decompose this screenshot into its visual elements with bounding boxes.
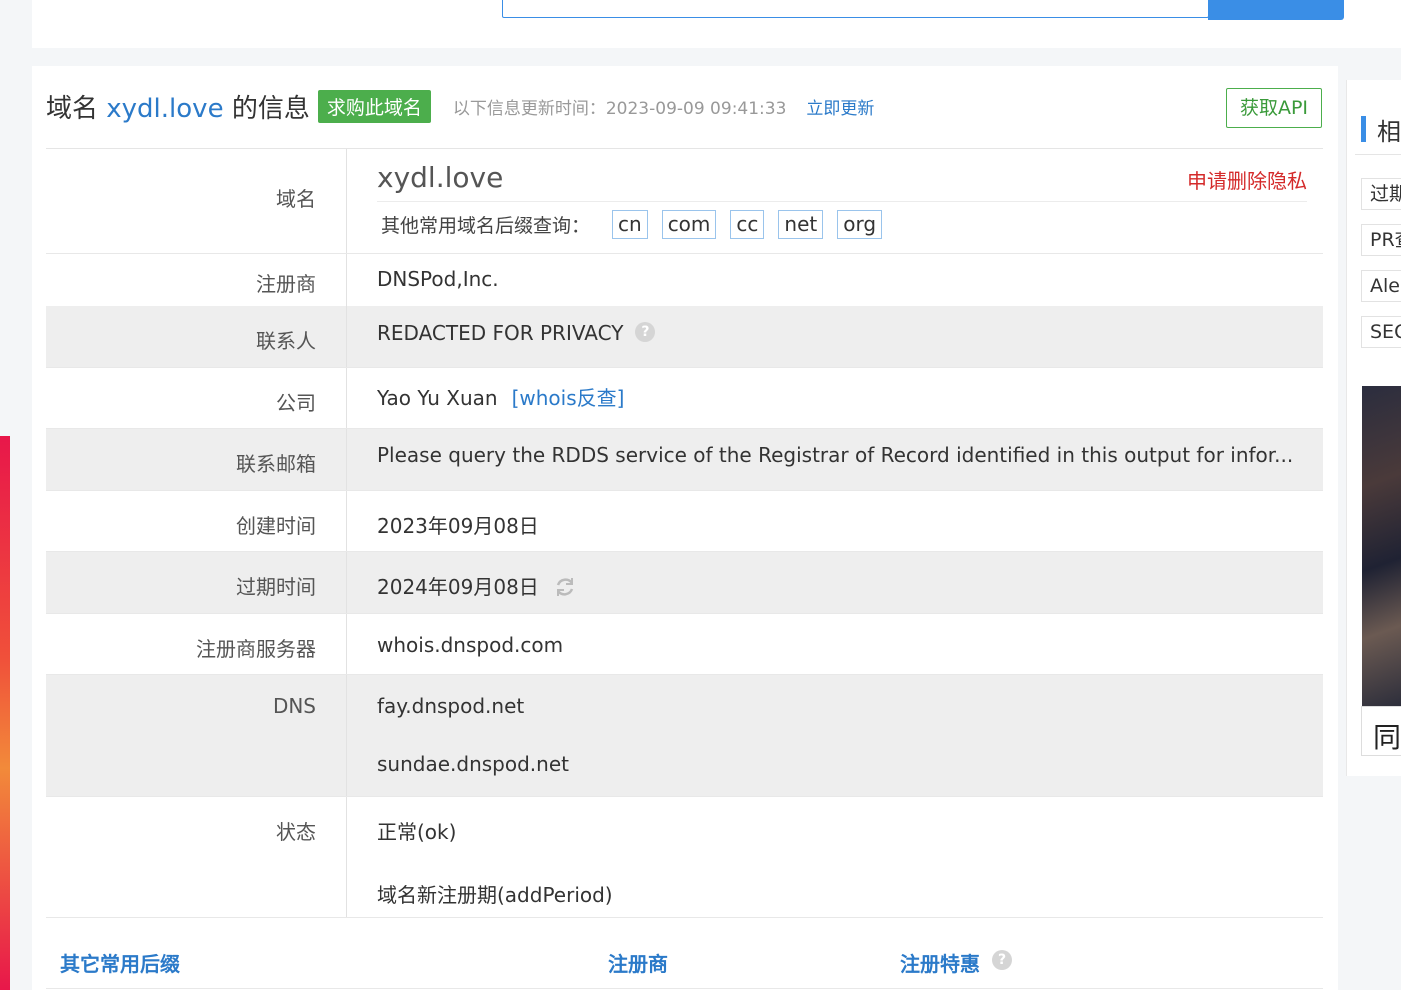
question-circle-icon[interactable]: ? <box>635 321 656 342</box>
left-decor-strip <box>0 436 10 990</box>
expires-value: 2024年09月08日 <box>377 575 539 599</box>
row-label: 注册商服务器 <box>46 614 347 674</box>
title-prefix: 域名 <box>46 93 99 124</box>
status-value-2: 域名新注册期(addPeriod) <box>377 883 613 907</box>
suffix-prompt: 其他常用域名后缀查询： <box>381 215 591 237</box>
suffix-cc[interactable]: cc <box>730 210 765 239</box>
row-label: 状态 <box>46 797 347 917</box>
row-created: 创建时间 2023年09月08日 <box>46 491 1323 552</box>
row-label: 过期时间 <box>46 552 347 613</box>
row-expires: 过期时间 2024年09月08日 <box>46 552 1323 614</box>
sidebar-title-bar <box>1361 116 1366 142</box>
right-sidebar: 相 过期 PR查 Ale SEO 同 <box>1346 80 1401 776</box>
info-header: 域名 xydl.love 的信息 求购此域名 以下信息更新时间：2023-09-… <box>46 84 874 128</box>
sidebar-tag-1[interactable]: 过期 <box>1361 178 1401 210</box>
row-value: xydl.love 申请删除隐私 其他常用域名后缀查询： cn com cc n… <box>347 149 1323 253</box>
whois-server-value: whois.dnspod.com <box>377 633 564 657</box>
row-label: 创建时间 <box>46 491 347 551</box>
header-registrar: 注册商 <box>608 952 668 976</box>
dns-server-2: sundae.dnspod.net <box>377 752 569 776</box>
row-dns: DNS fay.dnspod.net sundae.dnspod.net <box>46 675 1323 797</box>
dns-server-1: fay.dnspod.net <box>377 694 525 718</box>
whois-info-table: 域名 xydl.love 申请删除隐私 其他常用域名后缀查询： cn com c… <box>46 148 1323 918</box>
header-other-suffixes: 其它常用后缀 <box>60 952 180 976</box>
refresh-icon[interactable] <box>553 575 575 597</box>
whois-reverse-link[interactable]: [whois反查] <box>512 386 625 410</box>
domain-name-line: xydl.love 申请删除隐私 <box>377 149 1307 202</box>
row-value: 正常(ok) 域名新注册期(addPeriod) <box>347 797 1323 917</box>
row-value: Yao Yu Xuan [whois反查] <box>347 368 1323 428</box>
update-now-link[interactable]: 立即更新 <box>806 94 874 119</box>
title-domain-link[interactable]: xydl.love <box>106 94 223 124</box>
request-privacy-removal-link[interactable]: 申请删除隐私 <box>1187 165 1307 194</box>
row-domain: 域名 xydl.love 申请删除隐私 其他常用域名后缀查询： cn com c… <box>46 149 1323 254</box>
row-label: 注册商 <box>46 254 347 306</box>
sidebar-ad-image[interactable] <box>1362 386 1401 706</box>
sidebar-divider <box>1355 154 1401 155</box>
row-label: 公司 <box>46 368 347 428</box>
row-label: 联系邮箱 <box>46 429 347 490</box>
sidebar-tag-4[interactable]: SEO <box>1361 316 1401 348</box>
suffix-cn[interactable]: cn <box>612 210 648 239</box>
email-value: Please query the RDDS service of the Reg… <box>377 443 1294 467</box>
row-label: 域名 <box>46 149 347 253</box>
row-value: 2024年09月08日 <box>347 552 1323 613</box>
sidebar-tag-2[interactable]: PR查 <box>1361 224 1401 256</box>
suffix-net[interactable]: net <box>778 210 824 239</box>
search-button[interactable] <box>1208 0 1344 20</box>
suffix-query-line: 其他常用域名后缀查询： cn com cc net org <box>381 210 1323 239</box>
sidebar-tag-3[interactable]: Ale <box>1361 270 1401 302</box>
domain-name: xydl.love <box>377 161 504 194</box>
suffix-com[interactable]: com <box>661 210 717 239</box>
page-title: 域名 xydl.love 的信息 <box>46 88 310 125</box>
company-value: Yao Yu Xuan <box>377 386 498 410</box>
row-whois-server: 注册商服务器 whois.dnspod.com <box>46 614 1323 675</box>
contact-value: REDACTED FOR PRIVACY <box>377 321 624 345</box>
row-value: REDACTED FOR PRIVACY? <box>347 306 1323 367</box>
title-suffix: 的信息 <box>231 93 310 124</box>
sidebar-ad-caption: 同 <box>1373 721 1401 754</box>
row-registrar: 注册商 DNSPod,Inc. <box>46 254 1323 306</box>
row-label: 联系人 <box>46 306 347 367</box>
row-status: 状态 正常(ok) 域名新注册期(addPeriod) <box>46 797 1323 918</box>
get-api-button[interactable]: 获取API <box>1226 88 1322 128</box>
buy-domain-button[interactable]: 求购此域名 <box>317 89 431 123</box>
status-value-1: 正常(ok) <box>377 820 457 844</box>
row-value: fay.dnspod.net sundae.dnspod.net <box>347 675 1323 796</box>
row-contact: 联系人 REDACTED FOR PRIVACY? <box>46 306 1323 368</box>
sidebar-title: 相 <box>1377 118 1401 146</box>
search-input[interactable] <box>502 0 1209 18</box>
update-time-text: 以下信息更新时间：2023-09-09 09:41:33 <box>452 98 787 119</box>
suffix-org[interactable]: org <box>837 210 883 239</box>
registrar-value: DNSPod,Inc. <box>377 267 499 291</box>
row-company: 公司 Yao Yu Xuan [whois反查] <box>46 368 1323 429</box>
created-value: 2023年09月08日 <box>377 514 539 538</box>
row-label: DNS <box>46 675 347 796</box>
header-promotion: 注册特惠 <box>900 952 980 976</box>
question-circle-icon[interactable]: ? <box>992 950 1012 970</box>
row-email: 联系邮箱 Please query the RDDS service of th… <box>46 429 1323 491</box>
suffix-table-header: 其它常用后缀 注册商 注册特惠 ? <box>46 934 1323 989</box>
